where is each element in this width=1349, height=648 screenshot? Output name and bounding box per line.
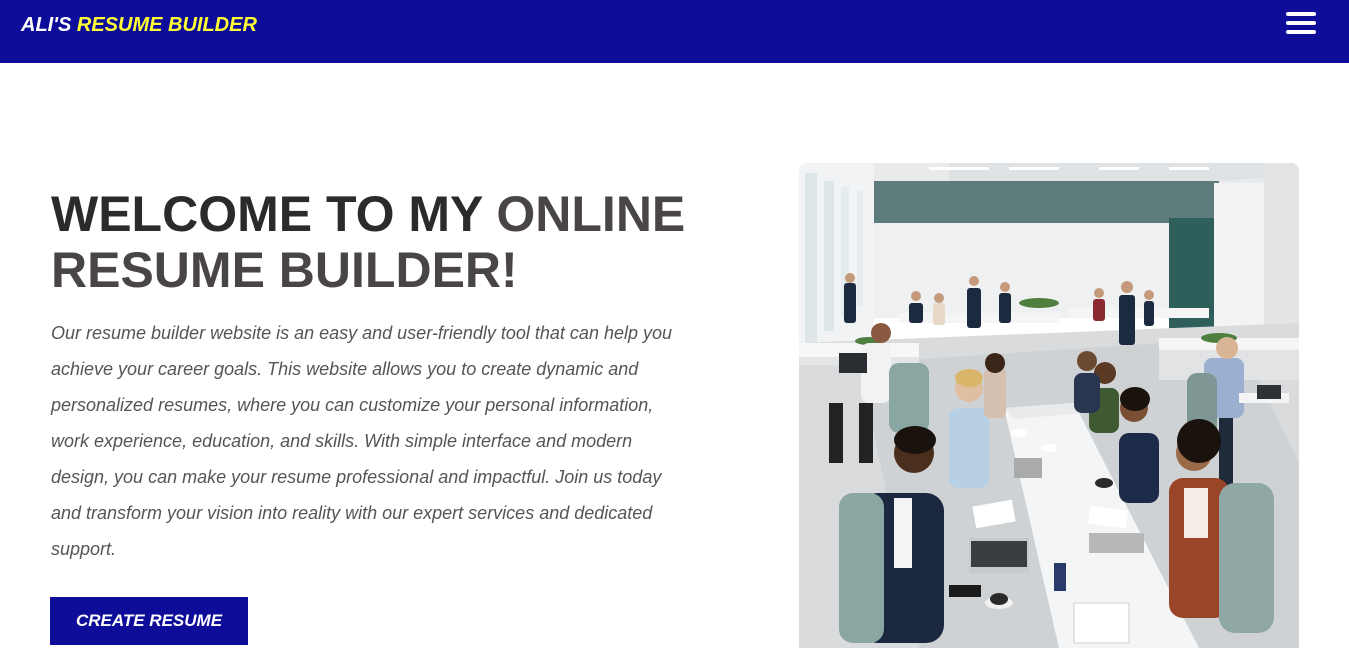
menu-bar-top [1286, 12, 1316, 16]
brand-prefix: ALI'S [21, 14, 77, 36]
create-resume-button[interactable]: CREATE RESUME [50, 597, 248, 645]
brand-logo[interactable]: ALI'S RESUME BUILDER [21, 13, 257, 37]
hero-description: Our resume builder website is an easy an… [51, 323, 673, 559]
hamburger-menu-icon[interactable] [1284, 12, 1318, 38]
menu-bar-middle [1286, 21, 1316, 25]
hero-title-part1: WELCOME TO MY [51, 186, 497, 242]
menu-bar-bottom [1286, 30, 1316, 34]
top-navbar: ALI'S RESUME BUILDER [0, 0, 1349, 63]
office-photo [799, 163, 1299, 648]
hero-title: WELCOME TO MY ONLINE RESUME BUILDER! [51, 186, 741, 298]
brand-accent: RESUME BUILDER [76, 14, 257, 36]
